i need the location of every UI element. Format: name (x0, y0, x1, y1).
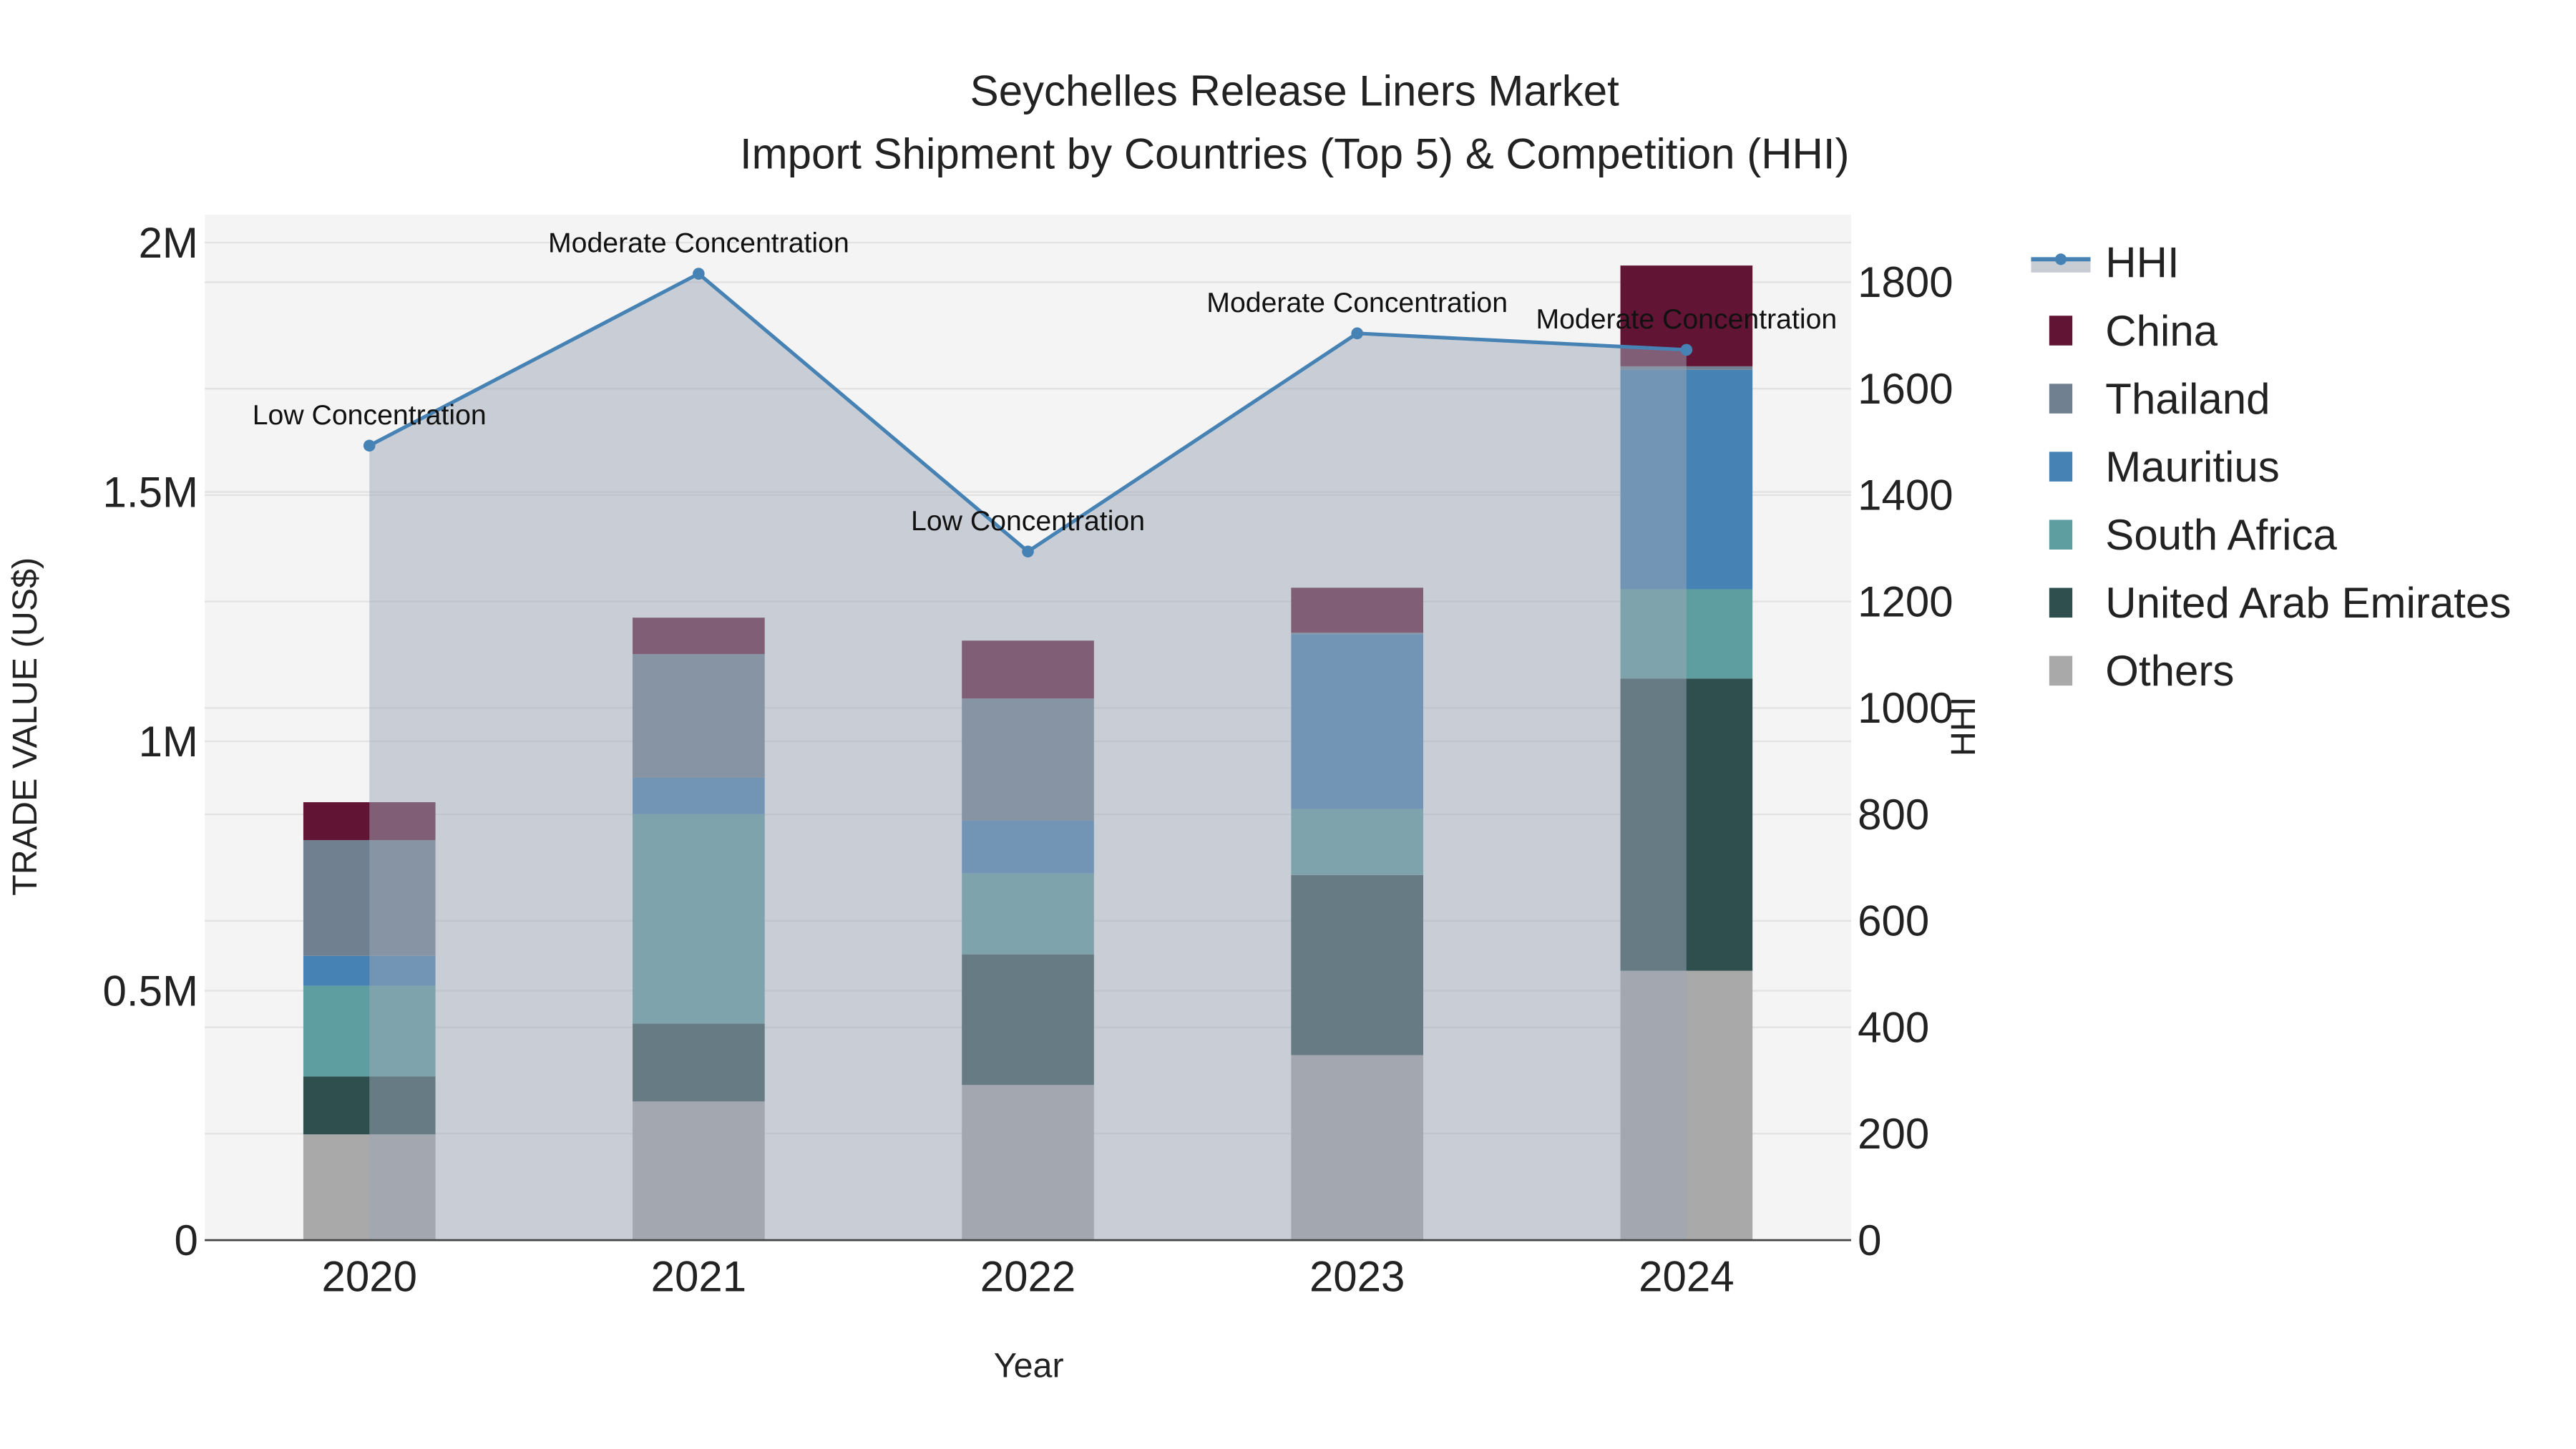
legend-label[interactable]: HHI (2105, 239, 2179, 287)
x-axis-title: Year (994, 1347, 1064, 1385)
hhi-point[interactable] (1351, 327, 1364, 340)
legend-label[interactable]: Others (2105, 647, 2234, 695)
legend-swatch (2049, 519, 2073, 550)
y2-axis-title: HHI (1944, 697, 1983, 756)
chart: Low Concentration Moderate Concentration L… (6, 67, 2511, 1385)
y2-tick-label: 0 (1858, 1216, 1881, 1264)
hhi-annotation: Low Concentration (911, 505, 1145, 537)
hhi-point[interactable] (693, 268, 705, 280)
hhi-point[interactable] (363, 439, 376, 452)
legend-swatch (2049, 452, 2073, 482)
x-tick-label: 2022 (980, 1253, 1075, 1301)
legend-swatch (2049, 587, 2073, 618)
legend-swatch (2049, 316, 2073, 346)
y2-tick-label: 1400 (1858, 472, 1953, 519)
hhi-point[interactable] (1680, 343, 1693, 356)
y2-tick-label: 1200 (1858, 577, 1953, 625)
y2-tick-label: 800 (1858, 791, 1929, 839)
y-tick-label: 2M (139, 219, 198, 267)
y2-tick-label: 1600 (1858, 365, 1953, 413)
y-tick-label: 1.5M (103, 468, 198, 516)
y2-tick-label: 1800 (1858, 258, 1953, 306)
legend-label[interactable]: South Africa (2105, 511, 2337, 559)
y2-tick-label: 600 (1858, 897, 1929, 945)
hhi-annotation: Moderate Concentration (1206, 287, 1508, 318)
chart-subtitle: Import Shipment by Countries (Top 5) & C… (740, 130, 1850, 177)
legend-hhi-marker (2054, 253, 2067, 265)
x-tick-label: 2023 (1309, 1253, 1405, 1301)
y-tick-label: 0 (175, 1216, 198, 1264)
hhi-annotation: Moderate Concentration (1536, 303, 1837, 335)
legend: HHI China Thailand Mauritius South Africa Uni… (2031, 239, 2511, 695)
hhi-annotation: Low Concentration (253, 399, 487, 431)
y-tick-label: 1M (139, 718, 198, 766)
chart-title: Seychelles Release Liners Market (970, 67, 1619, 115)
x-tick-label: 2024 (1639, 1253, 1734, 1301)
legend-swatch (2049, 655, 2073, 686)
hhi-point[interactable] (1022, 545, 1034, 558)
y2-tick-label: 1000 (1858, 684, 1953, 732)
legend-swatch (2049, 384, 2073, 414)
x-tick-label: 2021 (651, 1253, 746, 1301)
legend-label[interactable]: Mauritius (2105, 443, 2279, 491)
legend-label[interactable]: Thailand (2105, 375, 2270, 423)
x-tick-label: 2020 (321, 1253, 416, 1301)
y-tick-label: 0.5M (103, 967, 198, 1015)
hhi-annotation: Moderate Concentration (548, 228, 849, 259)
y-axis-title: TRADE VALUE (US$) (6, 557, 44, 896)
y2-tick-label: 400 (1858, 1003, 1929, 1051)
legend-label[interactable]: China (2105, 307, 2218, 355)
legend-label[interactable]: United Arab Emirates (2105, 579, 2511, 627)
y2-tick-label: 200 (1858, 1110, 1929, 1158)
